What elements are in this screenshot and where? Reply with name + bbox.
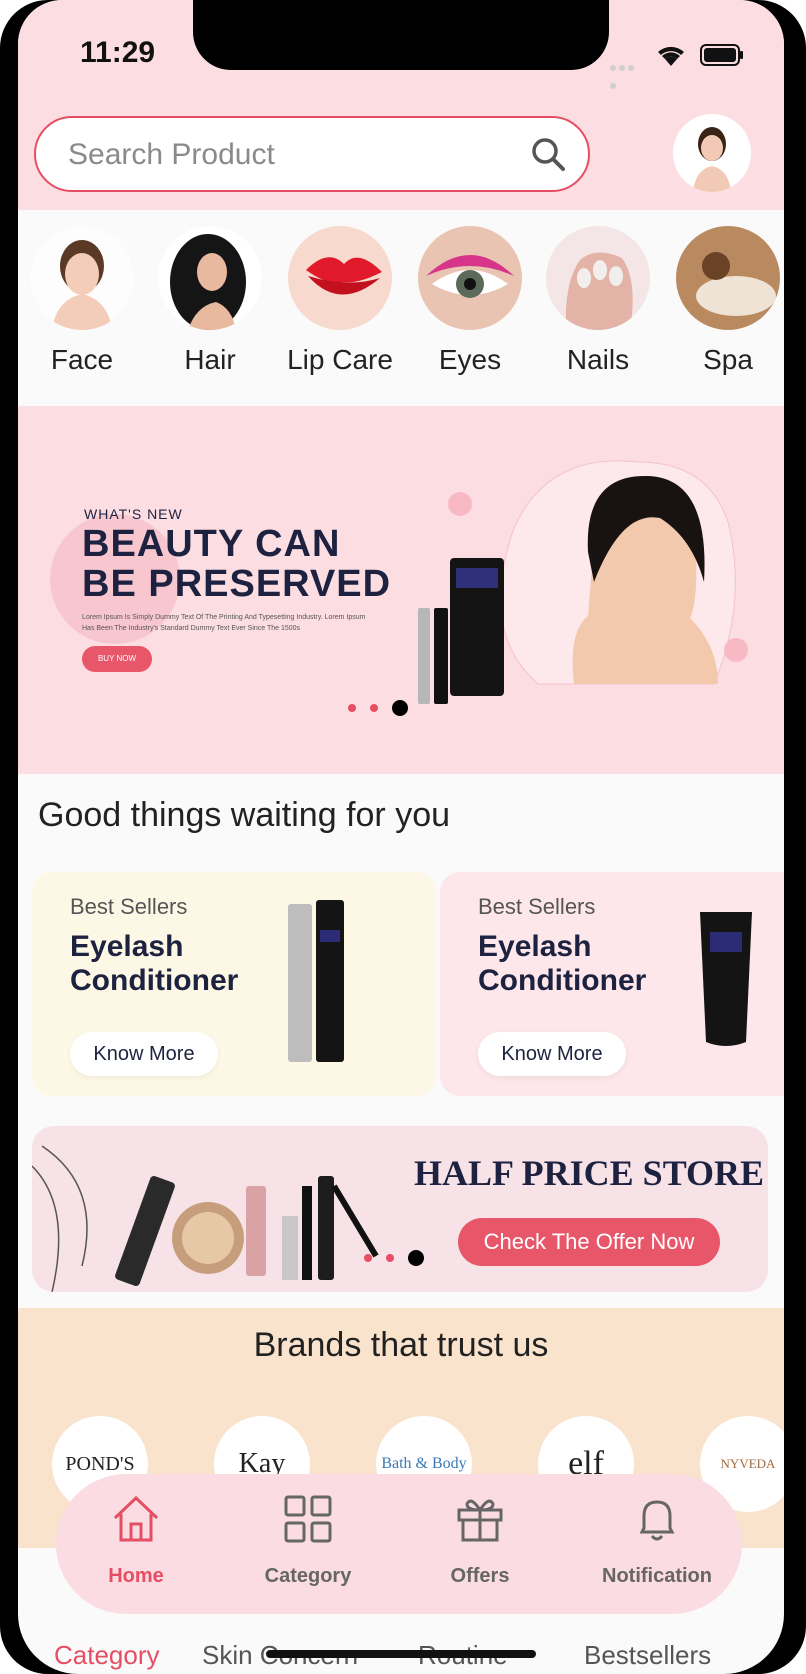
battery-icon (700, 44, 743, 66)
category-row: Face Hair Lip Care Eyes Nails Spa (18, 210, 784, 406)
nav-category[interactable]: Category (238, 1492, 378, 1588)
spa-category-image (676, 226, 780, 330)
category-face[interactable]: Face (22, 226, 142, 376)
carousel-dot[interactable] (364, 1254, 372, 1262)
category-hair[interactable]: Hair (150, 226, 270, 376)
status-time: 11:29 (80, 36, 156, 69)
avatar-portrait (673, 114, 751, 192)
category-label: Spa (703, 344, 753, 375)
brand-name: Bath & Body (381, 1455, 467, 1472)
offer-title: HALF PRICE STORE (414, 1153, 765, 1193)
carousel-dot-active[interactable] (392, 700, 408, 716)
nav-label: Notification (602, 1565, 712, 1587)
brands-title: Brands that trust us (253, 1326, 549, 1364)
profile-avatar[interactable] (673, 114, 751, 192)
search-input[interactable] (66, 132, 510, 178)
app-screen: 11:29 Search Product Face Hair Lip Care … (18, 0, 784, 1674)
nav-label: Offers (450, 1565, 510, 1587)
buy-now-button[interactable]: BUY NOW (82, 646, 152, 672)
card-name-line-2: Conditioner (70, 964, 239, 997)
subtab-category[interactable]: Category (54, 1640, 160, 1671)
subtab-bestsellers[interactable]: Bestsellers (584, 1640, 711, 1671)
face-category-image (30, 226, 134, 330)
category-spa[interactable]: Spa (668, 226, 784, 376)
device-frame: 11:29 Search Product Face Hair Lip Care … (0, 0, 806, 1674)
carousel-dot[interactable] (370, 704, 378, 712)
category-nails[interactable]: Nails (538, 226, 658, 376)
category-label: Face (50, 344, 114, 375)
offer-products-image (32, 1145, 379, 1292)
category-label: Nails (566, 344, 630, 375)
hair-category-image (158, 226, 262, 330)
nails-category-image (546, 226, 650, 330)
section-title: Good things waiting for you (38, 796, 451, 834)
card-name-line-1: Eyelash (478, 930, 592, 963)
carousel-dot-active[interactable] (408, 1250, 424, 1266)
card-name-line-2: Conditioner (478, 964, 647, 997)
wifi-icon (658, 46, 684, 66)
card-tag: Best Sellers (478, 894, 596, 919)
card-tag: Best Sellers (70, 894, 188, 919)
eye-category-image (418, 226, 522, 330)
search-icon[interactable] (530, 136, 566, 172)
brand-name: NYVEDA (720, 1456, 776, 1471)
hero-headline-line-2: BE PRESERVED (82, 563, 392, 605)
cellular-signal-icon (610, 58, 644, 89)
offer-banner[interactable]: HALF PRICE STORE Check The Offer Now (32, 1126, 768, 1292)
nav-home[interactable]: Home (66, 1492, 206, 1588)
know-more-button[interactable]: Know More (70, 1032, 218, 1076)
home-indicator[interactable] (266, 1650, 536, 1658)
card-product-image (700, 912, 752, 1046)
bottom-nav: Home Category Offers Notification (56, 1474, 742, 1614)
search-bar[interactable] (34, 116, 590, 192)
card-product-image (288, 900, 344, 1062)
hero-kicker: WHAT'S NEW (84, 506, 183, 522)
card-product-name: Eyelash Conditioner (70, 930, 238, 998)
carousel-dot[interactable] (386, 1254, 394, 1262)
check-offer-button[interactable]: Check The Offer Now (458, 1218, 720, 1266)
brand-name: POND'S (65, 1453, 135, 1475)
carousel-dot[interactable] (348, 704, 356, 712)
product-card[interactable]: Best Sellers Eyelash Conditioner Know Mo… (32, 872, 436, 1096)
nav-offers[interactable]: Offers (410, 1492, 550, 1588)
category-label: Eyes (438, 344, 502, 375)
hero-headline: BEAUTY CAN BE PRESERVED (82, 524, 391, 604)
device-notch (193, 0, 609, 70)
hero-headline-line-1: BEAUTY CAN (82, 523, 341, 565)
offer-carousel-dots[interactable] (364, 1250, 424, 1266)
home-icon (113, 1495, 159, 1542)
hero-body-text: Lorem Ipsum Is Simply Dummy Text Of The … (82, 614, 366, 632)
card-product-name: Eyelash Conditioner (478, 930, 646, 998)
nav-label: Category (264, 1565, 352, 1587)
hero-carousel-dots[interactable] (348, 700, 408, 716)
hero-banner[interactable]: WHAT'S NEW BEAUTY CAN BE PRESERVED Lorem… (18, 406, 784, 774)
nav-notification[interactable]: Notification (582, 1492, 732, 1588)
gift-icon (457, 1499, 503, 1542)
nav-label: Home (108, 1565, 164, 1587)
lips-category-image (288, 226, 392, 330)
category-label: Hair (184, 344, 236, 375)
know-more-button[interactable]: Know More (478, 1032, 626, 1076)
category-lip-care[interactable]: Lip Care (280, 226, 400, 376)
grid-icon (284, 1495, 332, 1543)
category-eyes[interactable]: Eyes (410, 226, 530, 376)
status-bar: 11:29 (18, 0, 784, 100)
category-label: Lip Care (287, 344, 393, 375)
card-name-line-1: Eyelash (70, 930, 184, 963)
bell-icon (639, 1500, 675, 1541)
hero-model-product-image (418, 460, 748, 704)
product-card[interactable]: Best Sellers Eyelash Conditioner Know Mo… (440, 872, 784, 1096)
app-header (18, 100, 784, 210)
